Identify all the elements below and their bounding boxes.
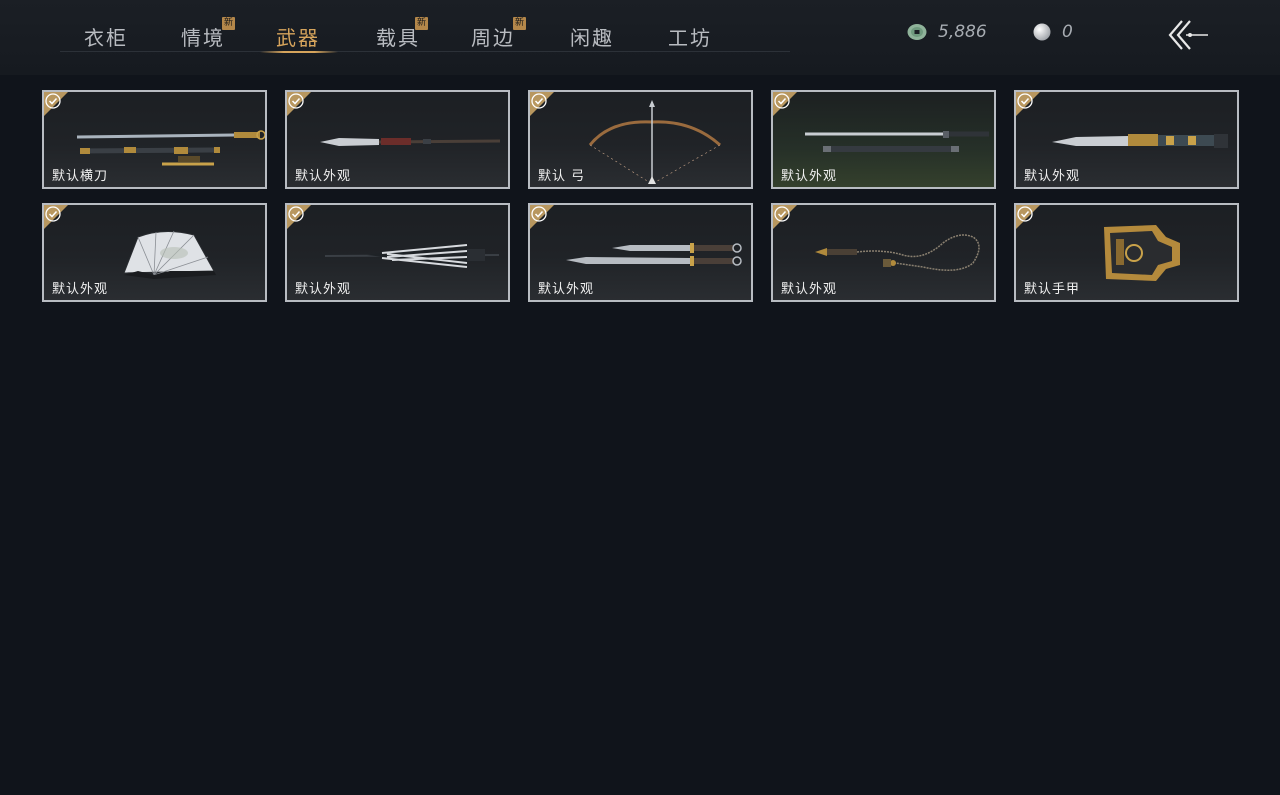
- equipped-check-icon: [773, 205, 798, 230]
- item-name: 默认外观: [781, 169, 838, 184]
- back-button[interactable]: [1166, 18, 1212, 52]
- equipped-check-icon: [1016, 92, 1041, 117]
- weapon-card[interactable]: 默认 弓: [528, 90, 753, 189]
- weapon-card[interactable]: 默认外观: [528, 203, 753, 302]
- tab-label: 衣柜: [84, 26, 128, 50]
- equipped-check-icon: [530, 205, 555, 230]
- equipped-check-icon: [44, 205, 69, 230]
- jade-amount: 5,886: [938, 22, 987, 42]
- tab-wardrobe[interactable]: 衣柜: [84, 22, 128, 50]
- tab-label: 工坊: [668, 26, 712, 50]
- top-navigation-bar: 衣柜 情境 新 武器 载具 新 周边 新 闲趣 工坊 5,886 0: [0, 0, 1280, 75]
- new-badge: 新: [513, 17, 526, 30]
- weapon-card[interactable]: 默认外观: [771, 90, 996, 189]
- equipped-check-icon: [44, 92, 69, 117]
- equipped-check-icon: [1016, 205, 1041, 230]
- item-name: 默认 弓: [538, 169, 586, 184]
- tab-vehicles[interactable]: 载具 新: [376, 17, 428, 50]
- weapon-card[interactable]: 默认外观: [771, 203, 996, 302]
- tab-label: 武器: [276, 26, 320, 50]
- equipped-check-icon: [530, 92, 555, 117]
- equipped-check-icon: [773, 92, 798, 117]
- item-name: 默认外观: [1024, 169, 1081, 184]
- jade-coin-icon: [907, 24, 927, 40]
- tab-scenario[interactable]: 情境 新: [181, 17, 235, 50]
- weapon-card[interactable]: 默认外观: [42, 203, 267, 302]
- pearl-icon: [1033, 23, 1051, 41]
- new-badge: 新: [415, 17, 428, 30]
- back-arrow-icon: [1168, 20, 1208, 50]
- tab-workshop[interactable]: 工坊: [668, 22, 712, 50]
- pearl-amount: 0: [1062, 22, 1073, 42]
- tab-label: 载具: [376, 26, 420, 50]
- item-name: 默认外观: [781, 282, 838, 297]
- tab-leisure[interactable]: 闲趣: [570, 22, 614, 50]
- pearl-currency: 0: [1032, 20, 1073, 44]
- jade-currency: 5,886: [906, 20, 987, 44]
- weapon-card[interactable]: 默认手甲: [1014, 203, 1239, 302]
- equipped-check-icon: [287, 92, 312, 117]
- item-name: 默认外观: [295, 282, 352, 297]
- weapon-card[interactable]: 默认横刀: [42, 90, 267, 189]
- item-name: 默认外观: [538, 282, 595, 297]
- weapon-card[interactable]: 默认外观: [1014, 90, 1239, 189]
- item-name: 默认外观: [52, 282, 109, 297]
- tabs-divider: [60, 51, 790, 52]
- weapon-card[interactable]: 默认外观: [285, 203, 510, 302]
- equipped-check-icon: [287, 205, 312, 230]
- item-name: 默认横刀: [52, 169, 109, 184]
- weapon-card[interactable]: 默认外观: [285, 90, 510, 189]
- tab-weapons[interactable]: 武器: [260, 22, 338, 53]
- tab-accessories[interactable]: 周边 新: [471, 17, 526, 50]
- item-name: 默认外观: [295, 169, 352, 184]
- tab-label: 周边: [471, 26, 515, 50]
- new-badge: 新: [222, 17, 235, 30]
- active-tab-underline: [260, 51, 338, 53]
- item-name: 默认手甲: [1024, 282, 1081, 297]
- tab-label: 闲趣: [570, 26, 614, 50]
- tab-label: 情境: [181, 26, 225, 50]
